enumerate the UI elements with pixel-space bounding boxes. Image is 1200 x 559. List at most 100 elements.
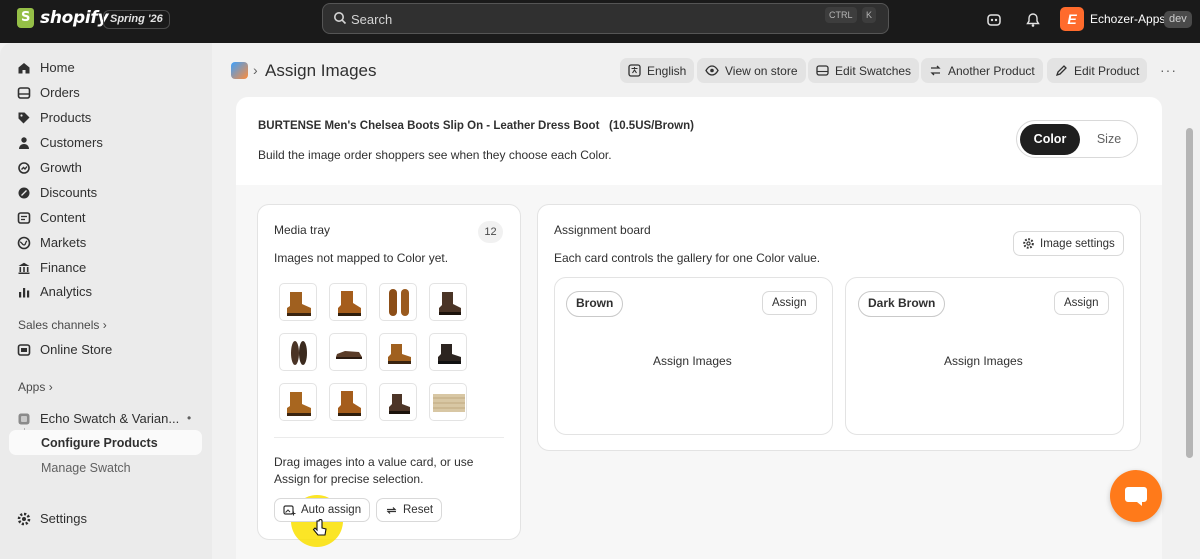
bank-icon <box>18 262 30 274</box>
app-icon <box>18 413 30 424</box>
media-thumbnail[interactable] <box>329 283 367 321</box>
hand-cursor-icon <box>312 519 327 536</box>
view-on-store-button[interactable]: View on store <box>697 58 806 83</box>
page-title: Assign Images <box>265 61 377 80</box>
sidebar-item-products[interactable]: Products <box>17 110 91 125</box>
assign-images-dropzone[interactable]: Assign Images <box>653 354 732 368</box>
media-thumbnail[interactable] <box>379 333 417 371</box>
media-tray-title: Media tray <box>274 223 331 237</box>
chat-button[interactable] <box>1110 470 1162 522</box>
media-count-badge: 12 <box>478 221 503 243</box>
edit-product-button[interactable]: Edit Product <box>1047 58 1148 83</box>
shopify-bag-icon <box>17 8 34 28</box>
store-avatar[interactable]: E <box>1060 7 1084 31</box>
assign-button[interactable]: Assign <box>762 291 817 315</box>
chevron-right-icon: › <box>102 318 107 332</box>
magic-image-icon <box>283 504 296 515</box>
bell-icon[interactable] <box>1026 12 1040 28</box>
media-tray-subtitle: Images not mapped to Color yet. <box>274 251 449 265</box>
tray-divider <box>274 437 504 438</box>
sidebar-item-label: Echo Swatch & Varian... <box>40 411 180 426</box>
tab-color[interactable]: Color <box>1020 124 1080 155</box>
media-thumbnail[interactable] <box>379 383 417 421</box>
sidebar-item-label: Finance <box>40 260 87 275</box>
image-settings-button[interactable]: Image settings <box>1013 231 1124 256</box>
app-dot-icon: • <box>187 411 192 425</box>
assign-button[interactable]: Assign <box>1054 291 1109 315</box>
scrollbar[interactable] <box>1186 128 1193 458</box>
search-placeholder: Search <box>351 12 393 27</box>
sidebar-item-discounts[interactable]: Discounts <box>17 185 97 200</box>
assistant-icon[interactable] <box>986 12 1002 28</box>
sidebar-item-online-store[interactable]: Online Store <box>17 342 112 357</box>
apps-heading[interactable]: Apps › <box>18 380 53 394</box>
sales-channels-heading[interactable]: Sales channels › <box>18 318 107 332</box>
media-thumbnail[interactable] <box>429 333 467 371</box>
product-description: Build the image order shoppers see when … <box>258 148 612 162</box>
media-thumbnail[interactable] <box>279 283 317 321</box>
language-button[interactable]: English <box>620 58 695 83</box>
reset-button[interactable]: Reset <box>376 498 443 522</box>
discount-icon <box>18 187 30 198</box>
shortcut-k: K <box>862 7 877 23</box>
media-thumbnail[interactable] <box>379 283 417 321</box>
media-thumbnail[interactable] <box>329 333 367 371</box>
chat-bubble-icon <box>1125 487 1147 506</box>
media-thumbnail[interactable] <box>429 383 467 421</box>
sidebar-item-growth[interactable]: Growth <box>17 160 82 175</box>
content-icon <box>17 211 31 224</box>
shopify-logo[interactable]: shopify <box>17 8 109 28</box>
sidebar-item-label: Settings <box>40 511 87 526</box>
sidebar-item-markets[interactable]: Markets <box>17 235 86 250</box>
top-bar: shopify Spring '26 Search CTRL K E Echoz… <box>0 0 1200 43</box>
search-bar[interactable]: Search <box>322 3 889 34</box>
another-product-button[interactable]: Another Product <box>921 58 1043 83</box>
breadcrumb-chevron-icon: › <box>253 62 258 78</box>
sidebar-item-label: Content <box>40 210 86 225</box>
globe-icon <box>17 236 31 249</box>
env-badge: dev <box>1164 11 1192 28</box>
sidebar-item-app[interactable]: Echo Swatch & Varian... <box>17 411 179 426</box>
eye-icon <box>705 65 719 76</box>
swatch-icon <box>816 65 829 76</box>
sidebar-item-orders[interactable]: Orders <box>17 85 80 100</box>
tab-size[interactable]: Size <box>1086 124 1132 155</box>
sidebar-item-label: Products <box>40 110 92 125</box>
media-thumbnail[interactable] <box>279 383 317 421</box>
edit-swatches-button[interactable]: Edit Swatches <box>808 58 920 83</box>
app-breadcrumb-icon[interactable] <box>231 62 248 79</box>
edition-badge: Spring '26 <box>103 10 170 29</box>
media-thumbnail[interactable] <box>329 383 367 421</box>
media-thumbnail[interactable] <box>279 333 317 371</box>
product-title: BURTENSE Men's Chelsea Boots Slip On - L… <box>258 120 694 132</box>
sidebar-item-settings[interactable]: Settings <box>17 511 87 526</box>
media-thumbnail[interactable] <box>429 283 467 321</box>
search-icon <box>334 12 347 25</box>
sidebar-item-home[interactable]: Home <box>17 60 75 75</box>
sidebar-item-analytics[interactable]: Analytics <box>17 284 92 299</box>
sidebar-item-label: Online Store <box>40 342 113 357</box>
sidebar-item-label: Discounts <box>40 185 98 200</box>
sidebar-item-configure-products[interactable]: Configure Products <box>41 436 158 450</box>
person-icon <box>19 136 29 149</box>
growth-icon <box>18 161 30 174</box>
sidebar-item-label: Orders <box>40 85 80 100</box>
assignment-board-subtitle: Each card controls the gallery for one C… <box>554 251 821 265</box>
store-name[interactable]: Echozer-Apps <box>1090 12 1165 26</box>
sidebar-item-manage-swatch[interactable]: Manage Swatch <box>41 461 131 475</box>
more-actions-icon[interactable]: ··· <box>1160 62 1177 78</box>
bar-chart-icon <box>19 287 30 297</box>
value-name-pill: Dark Brown <box>858 291 946 317</box>
chevron-right-icon: › <box>48 380 53 394</box>
sidebar-item-content[interactable]: Content <box>17 210 86 225</box>
home-icon <box>18 62 30 73</box>
sidebar-item-customers[interactable]: Customers <box>17 135 103 150</box>
refresh-icon <box>386 506 397 514</box>
assignment-board-title: Assignment board <box>554 223 651 237</box>
tray-help-text: Drag images into a value card, or use As… <box>274 455 474 486</box>
sidebar-item-label: Home <box>40 60 75 75</box>
gear-icon <box>1023 238 1034 249</box>
sidebar-item-finance[interactable]: Finance <box>17 260 86 275</box>
assign-images-dropzone[interactable]: Assign Images <box>944 354 1023 368</box>
switch-icon <box>930 65 941 76</box>
